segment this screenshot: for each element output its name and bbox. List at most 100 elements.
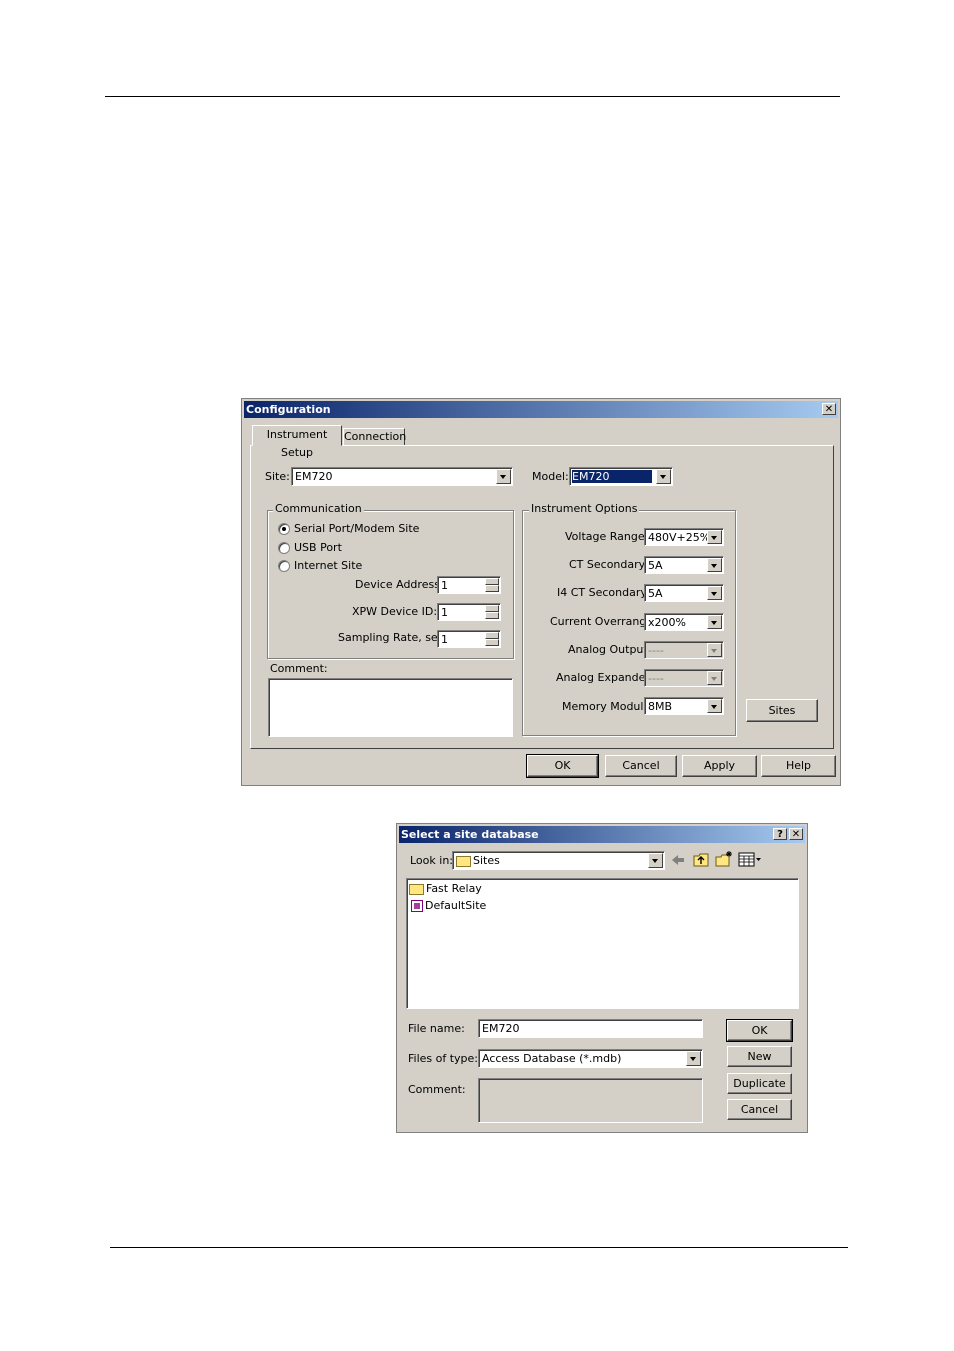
list-item[interactable]: DefaultSite [411, 899, 486, 912]
current-overrange-dropdown[interactable]: x200% [644, 613, 724, 631]
i4-ct-secondary-label: I4 CT Secondary: [557, 586, 650, 599]
back-arrow-icon[interactable] [671, 853, 685, 867]
ok-button[interactable]: OK [726, 1019, 793, 1042]
tab-instrument-setup[interactable]: Instrument Setup [252, 425, 342, 459]
look-in-dropdown[interactable]: Sites [452, 851, 665, 870]
file-name-label: File name: [408, 1022, 465, 1035]
site-label: Site: [265, 470, 290, 483]
file-list[interactable]: Fast Relay DefaultSite [406, 878, 799, 1009]
tab-connection[interactable]: Connection [343, 428, 407, 446]
file-name-input[interactable]: EM720 [478, 1019, 703, 1038]
current-overrange-label: Current Overrange: [550, 615, 657, 628]
close-icon[interactable]: ✕ [822, 403, 836, 415]
radio-serial-port[interactable] [278, 523, 290, 535]
voltage-range-value: 480V+25% [648, 531, 711, 544]
configuration-title-bar: Configuration ✕ [244, 401, 838, 418]
folder-icon [456, 855, 471, 867]
i4-ct-secondary-dropdown[interactable]: 5A [644, 584, 724, 602]
radio-usb-port[interactable] [278, 542, 290, 554]
device-address-spinner[interactable]: 1 [437, 576, 501, 594]
chevron-down-icon[interactable] [656, 469, 671, 484]
help-button[interactable]: Help [761, 755, 836, 777]
spinner-arrows-icon[interactable] [485, 605, 499, 619]
analog-output-label: Analog Output: [568, 643, 652, 656]
radio-usb-port-label: USB Port [294, 541, 342, 554]
device-address-value: 1 [441, 579, 448, 592]
ct-secondary-value: 5A [648, 559, 663, 572]
cancel-button[interactable]: Cancel [727, 1099, 792, 1120]
model-label: Model: [532, 470, 569, 483]
files-of-type-value: Access Database (*.mdb) [482, 1052, 622, 1065]
i4-ct-secondary-value: 5A [648, 587, 663, 600]
up-folder-icon[interactable] [693, 852, 709, 867]
ct-secondary-label: CT Secondary: [569, 558, 649, 571]
new-folder-icon[interactable] [715, 851, 733, 867]
site-dropdown[interactable]: EM720 [291, 467, 513, 486]
chevron-down-icon [707, 671, 722, 685]
memory-module-value: 8MB [648, 700, 673, 713]
voltage-range-dropdown[interactable]: 480V+25% [644, 528, 724, 546]
select-site-database-dialog: Select a site database ? ✕ Look in: Site… [396, 823, 808, 1133]
close-icon[interactable]: ✕ [789, 828, 803, 840]
spinner-arrows-icon[interactable] [485, 578, 499, 592]
sampling-rate-spinner[interactable]: 1 [437, 630, 501, 648]
chevron-down-icon[interactable] [686, 1051, 701, 1066]
look-in-label: Look in: [410, 854, 453, 867]
chevron-down-icon[interactable] [707, 558, 722, 572]
file-name-value: EM720 [482, 1022, 520, 1035]
instrument-options-title: Instrument Options [529, 502, 640, 515]
tab-label: Connection [344, 430, 407, 443]
file-name: Fast Relay [426, 882, 482, 895]
analog-expander-dropdown: ---- [644, 669, 724, 687]
look-in-text: Sites [473, 854, 500, 867]
new-button[interactable]: New [727, 1046, 792, 1067]
file-name: DefaultSite [425, 899, 487, 912]
xpw-device-id-label: XPW Device ID: [352, 605, 438, 618]
radio-internet-site-label: Internet Site [294, 559, 363, 572]
chevron-down-icon[interactable] [707, 530, 722, 544]
files-of-type-dropdown[interactable]: Access Database (*.mdb) [478, 1049, 703, 1068]
cancel-button[interactable]: Cancel [605, 755, 677, 777]
folder-icon [409, 883, 424, 895]
configuration-title: Configuration [246, 403, 331, 416]
comment-textarea[interactable] [268, 678, 513, 737]
view-menu-icon[interactable] [738, 852, 762, 867]
help-icon[interactable]: ? [773, 828, 787, 840]
current-overrange-value: x200% [648, 616, 686, 629]
memory-module-dropdown[interactable]: 8MB [644, 697, 724, 715]
chevron-down-icon[interactable] [496, 469, 511, 484]
chevron-down-icon[interactable] [648, 853, 663, 868]
site-comment-label: Comment: [408, 1083, 466, 1096]
site-comment-field [478, 1078, 703, 1123]
list-item[interactable]: Fast Relay [409, 882, 482, 895]
spinner-arrows-icon[interactable] [485, 632, 499, 646]
ct-secondary-dropdown[interactable]: 5A [644, 556, 724, 574]
analog-expander-value: ---- [648, 672, 664, 685]
radio-internet-site[interactable] [278, 560, 290, 572]
sampling-rate-value: 1 [441, 633, 448, 646]
analog-expander-label: Analog Expander: [556, 671, 654, 684]
apply-button-label: Apply [703, 759, 736, 772]
database-file-icon [411, 900, 423, 912]
chevron-down-icon[interactable] [707, 615, 722, 629]
sampling-rate-label: Sampling Rate, sec: [338, 631, 448, 644]
site-value: EM720 [295, 470, 333, 483]
sites-button[interactable]: Sites [746, 699, 818, 722]
chevron-down-icon [707, 643, 722, 657]
apply-button[interactable]: Apply [682, 755, 757, 777]
files-of-type-label: Files of type: [408, 1052, 479, 1065]
look-in-value: Sites [456, 854, 500, 867]
model-value: EM720 [571, 469, 653, 484]
xpw-device-id-spinner[interactable]: 1 [437, 603, 501, 621]
ok-button[interactable]: OK [526, 754, 599, 778]
device-address-label: Device Address: [355, 578, 444, 591]
footer-rule [110, 1247, 848, 1248]
header-rule [105, 96, 840, 97]
model-dropdown[interactable]: EM720 [569, 467, 673, 486]
chevron-down-icon[interactable] [707, 586, 722, 600]
configuration-dialog: Configuration ✕ Instrument Setup Connect… [241, 398, 841, 786]
duplicate-button[interactable]: Duplicate [727, 1073, 792, 1094]
comment-label: Comment: [270, 662, 328, 675]
chevron-down-icon[interactable] [707, 699, 722, 713]
voltage-range-label: Voltage Range: [565, 530, 649, 543]
